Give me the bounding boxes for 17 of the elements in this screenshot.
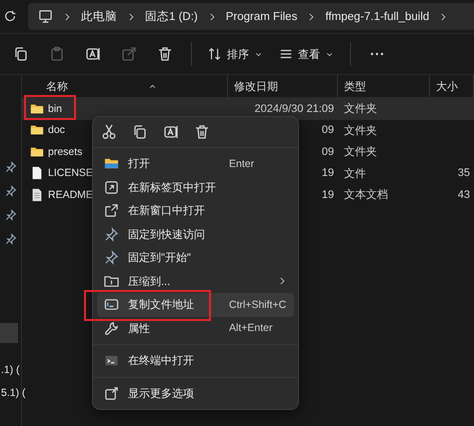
date-cell: 19 xyxy=(322,167,334,180)
type-cell: 文本文档 xyxy=(344,189,388,202)
file-name: presets xyxy=(48,146,82,158)
size-cell: 35 xyxy=(458,167,470,180)
date-cell: 2024/9/30 21:09 xyxy=(254,102,334,115)
type-cell: 文件夹 xyxy=(344,146,377,158)
type-cell: 文件 xyxy=(344,168,366,180)
date-cell: 19 xyxy=(322,188,334,201)
file-name: bin xyxy=(48,102,62,115)
file-name: README xyxy=(48,188,93,201)
type-cell: 文件夹 xyxy=(344,124,377,137)
file-name: doc xyxy=(48,124,65,136)
file-name: LICENSE xyxy=(48,167,93,180)
size-cell: 43 xyxy=(458,188,470,201)
date-cell: 09 xyxy=(322,146,334,158)
date-cell: 09 xyxy=(322,124,334,136)
type-cell: 文件夹 xyxy=(344,103,377,116)
